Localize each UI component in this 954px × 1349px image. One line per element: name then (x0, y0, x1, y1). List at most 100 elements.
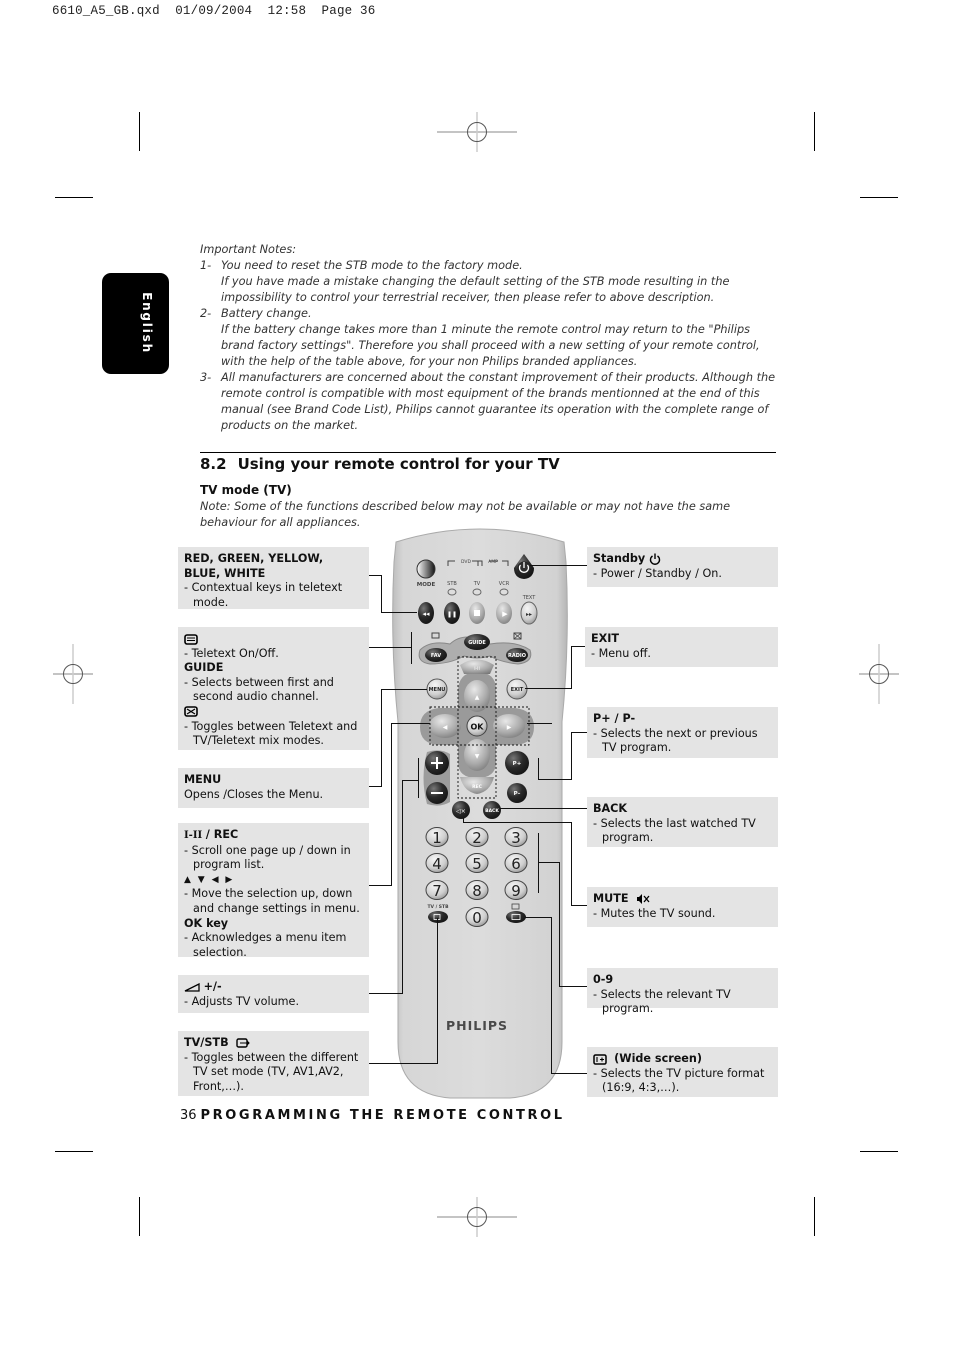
crop-mark (139, 1197, 140, 1236)
callout-navigation: I-II / REC - Scroll one page up / down i… (178, 823, 369, 959)
page-updown-icon: I-II (184, 830, 203, 841)
leader-line (571, 646, 572, 689)
callout-desc: - Teletext On/Off. (184, 646, 279, 660)
callout-title: 0-9 (593, 973, 614, 986)
callout-desc: - Move the selection up, down and change… (184, 887, 360, 915)
notes-title: Important Notes: (200, 243, 297, 256)
callout-volume: +/- - Adjusts TV volume. (178, 975, 369, 1013)
svg-text:OK: OK (471, 723, 485, 732)
wide-screen-icon (593, 1053, 607, 1065)
crop-mark (814, 1197, 815, 1236)
crop-mark (814, 112, 815, 151)
callout-digits: 0-9 - Selects the relevant TV program. (587, 968, 778, 1015)
vcr-label: VCR (499, 581, 510, 587)
leader-line (381, 689, 382, 787)
note-item: 1- You need to reset the STB mode to the… (200, 258, 780, 306)
leader-line (538, 758, 539, 780)
callout-teletext-guide: - Teletext On/Off. GUIDE - Selects betwe… (178, 627, 369, 750)
file-slug: 6610_A5_GB.qxd 01/09/2004 12:58 Page 36 (52, 4, 376, 18)
brand-logo: PHILIPS (446, 1018, 508, 1033)
callout-title: MENU (184, 773, 222, 786)
leader-line (525, 688, 571, 689)
leader-line (527, 723, 552, 724)
remote-control-illustration: MODE DVD AMP STB TV VCR TEXT ◂◂ ❚❚ ▶ ▸▸ … (392, 528, 568, 1099)
svg-text:MENU: MENU (429, 687, 446, 693)
teletext-mix-icon (184, 706, 198, 718)
leader-line (391, 723, 430, 724)
important-notes: Important Notes: 1- You need to reset th… (200, 242, 780, 434)
svg-text:▶: ▶ (507, 724, 512, 731)
callout-mute: MUTE - Mutes the TV sound. (587, 887, 778, 927)
svg-text:8: 8 (472, 882, 482, 900)
leader-line (463, 822, 571, 823)
callout-back: BACK - Selects the last watched TV progr… (587, 797, 778, 847)
svg-text:5: 5 (472, 855, 482, 873)
svg-text:0: 0 (472, 909, 482, 927)
dvd-label: DVD (461, 559, 471, 565)
callout-title: TV/STB (184, 1036, 229, 1049)
tv-stb-button (428, 911, 448, 923)
svg-text:EXIT: EXIT (511, 687, 524, 693)
svg-text:GUIDE: GUIDE (468, 640, 486, 646)
page-footer: 36 PROGRAMMING THE REMOTE CONTROL (180, 1108, 565, 1123)
callout-title: / REC (205, 828, 239, 841)
svg-text:P–: P– (514, 791, 521, 797)
mode-button (416, 559, 436, 579)
svg-text:3: 3 (511, 829, 521, 847)
leader-line (559, 986, 587, 987)
registration-mark-icon (437, 1197, 517, 1237)
registration-mark-icon (53, 644, 93, 704)
leader-line (525, 917, 552, 918)
svg-text:RADIO: RADIO (508, 653, 526, 659)
chapter-title: PROGRAMMING THE REMOTE CONTROL (200, 1108, 565, 1123)
leader-line (411, 632, 412, 664)
section-title: Using your remote control for your TV (237, 455, 560, 473)
callout-desc: - Selects the relevant TV program. (593, 987, 731, 1016)
callout-title: BACK (593, 802, 628, 815)
tv-stb-icon (236, 1038, 250, 1048)
section-divider (200, 452, 776, 453)
leader-line (391, 723, 392, 886)
note-number: 2- (200, 307, 212, 320)
callout-program: P+ / P- - Selects the next or previous T… (587, 707, 778, 758)
svg-text:6: 6 (511, 855, 521, 873)
leader-line (381, 575, 382, 613)
leader-line (402, 780, 418, 781)
leader-line (402, 780, 403, 994)
callout-wide-screen: (Wide screen) - Selects the TV picture f… (587, 1047, 778, 1097)
svg-text:FAV: FAV (431, 653, 441, 659)
leader-line (530, 565, 587, 566)
svg-text:REC: REC (472, 784, 483, 790)
leader-line (369, 993, 402, 994)
subheading: TV mode (TV) (200, 483, 292, 497)
svg-text:◂◂: ◂◂ (422, 610, 430, 618)
svg-text:4: 4 (432, 855, 442, 873)
crop-mark (860, 1151, 898, 1152)
leader-line (418, 758, 419, 798)
leader-line (571, 732, 572, 780)
leader-line (551, 917, 552, 1074)
callout-desc: - Toggles between the different TV set m… (184, 1050, 359, 1093)
leader-line (369, 647, 411, 648)
leader-line (571, 646, 585, 647)
callout-desc: - Scroll one page up / down in program l… (184, 843, 351, 872)
callout-desc: - Selects the last watched TV program. (593, 816, 756, 845)
leader-line (571, 905, 587, 906)
wide-screen-button (506, 911, 526, 923)
leader-line (551, 1073, 587, 1074)
leader-line (369, 575, 381, 576)
note-line: If you have made a mistake changing the … (221, 275, 730, 304)
callout-desc: - Contextual keys in teletext mode. (184, 581, 343, 609)
callout-menu: MENU Opens /Closes the Menu. (178, 768, 369, 808)
svg-text:2: 2 (472, 829, 482, 847)
callout-title: Standby (593, 552, 646, 565)
crop-mark (55, 197, 93, 198)
svg-text:TV / STB: TV / STB (427, 904, 449, 910)
leader-line (500, 808, 587, 809)
leader-line (538, 862, 560, 863)
note-line: Battery change. (221, 307, 312, 320)
note-line: All manufacturers are concerned about th… (221, 371, 776, 432)
leader-line (559, 862, 560, 987)
power-icon (649, 553, 660, 565)
callout-title: (Wide screen) (614, 1052, 702, 1065)
